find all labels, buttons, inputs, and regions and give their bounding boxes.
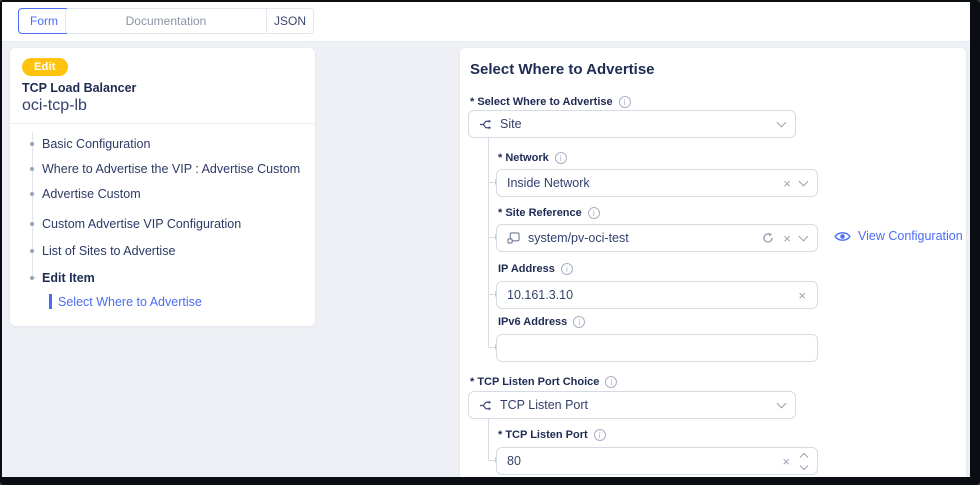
chevron-down-icon[interactable] (777, 399, 787, 409)
site-reference-select[interactable]: system/pv-oci-test × (496, 224, 818, 252)
info-icon[interactable]: i (619, 96, 631, 108)
connector-arrow (488, 460, 495, 461)
select-where-panel: Select Where to Advertise * Select Where… (460, 48, 966, 477)
clear-icon[interactable]: × (782, 177, 792, 190)
nav-item-edit-item[interactable]: Edit Item (10, 270, 315, 286)
tab-group: Documentation JSON (65, 8, 314, 34)
bullet-icon (30, 167, 34, 171)
tab-documentation[interactable]: Documentation (66, 9, 266, 33)
nav-item-advertise-custom[interactable]: Advertise Custom (10, 186, 315, 202)
oneof-branch-icon (479, 399, 492, 412)
clear-icon[interactable]: × (781, 455, 791, 468)
clear-icon[interactable]: × (797, 289, 807, 302)
nav-item-select-where-to-advertise[interactable]: Select Where to Advertise (10, 293, 315, 311)
chevron-down-icon[interactable] (799, 232, 809, 242)
connector-arrow (488, 294, 495, 295)
nav-item-where-to-advertise-vip[interactable]: Where to Advertise the VIP : Advertise C… (10, 161, 315, 177)
bullet-icon (30, 276, 34, 280)
chevron-down-icon[interactable] (799, 177, 809, 187)
select-where-dropdown[interactable]: Site (468, 110, 796, 138)
active-indicator-bar (49, 294, 52, 309)
oneof-branch-icon (479, 118, 492, 131)
chevron-down-icon[interactable] (777, 118, 787, 128)
panel-title: Select Where to Advertise (470, 61, 655, 78)
info-icon[interactable]: i (605, 376, 617, 388)
stepper-down-icon[interactable] (800, 461, 808, 469)
nav-item-custom-advertise-vip-configuration[interactable]: Custom Advertise VIP Configuration (10, 216, 315, 232)
connector-line (488, 138, 489, 347)
screenshot-frame: Form Documentation JSON Edit TCP Load Ba… (0, 0, 980, 485)
ip-address-input[interactable] (507, 288, 789, 302)
connector-line (488, 419, 489, 460)
app-screen: Form Documentation JSON Edit TCP Load Ba… (2, 2, 970, 477)
tcp-listen-port-field: × (496, 447, 818, 475)
bullet-icon (30, 142, 34, 146)
info-icon[interactable]: i (573, 316, 585, 328)
ipv6-address-field (496, 334, 818, 362)
form-nav-panel: Edit TCP Load Balancer oci-tcp-lb Basic … (10, 48, 315, 326)
network-label: * Network i (498, 152, 567, 164)
connector-arrow (488, 182, 495, 183)
connector-arrow (488, 237, 495, 238)
ip-address-label: IP Address i (498, 263, 573, 275)
info-icon[interactable]: i (588, 207, 600, 219)
tcp-listen-port-label: * TCP Listen Port i (498, 429, 606, 441)
nav-item-basic-configuration[interactable]: Basic Configuration (10, 136, 315, 152)
tcp-listen-port-choice-label: * TCP Listen Port Choice i (470, 376, 617, 388)
site-reference-label: * Site Reference i (498, 207, 600, 219)
select-where-label: * Select Where to Advertise i (470, 96, 631, 108)
reference-object-icon (507, 232, 520, 244)
info-icon[interactable]: i (561, 263, 573, 275)
connector-arrow (488, 347, 495, 348)
tab-form[interactable]: Form (18, 8, 70, 34)
divider (10, 123, 315, 124)
number-stepper[interactable] (799, 454, 807, 469)
stepper-up-icon[interactable] (800, 452, 808, 460)
info-icon[interactable]: i (555, 152, 567, 164)
view-switcher-bar: Form Documentation JSON (2, 2, 970, 42)
bullet-icon (30, 249, 34, 253)
nav-item-list-of-sites-to-advertise[interactable]: List of Sites to Advertise (10, 243, 315, 259)
tcp-listen-port-input[interactable] (507, 454, 773, 468)
eye-icon (834, 230, 851, 243)
chevron-right-icon (968, 231, 970, 241)
bullet-icon (30, 222, 34, 226)
clear-icon[interactable]: × (782, 232, 792, 245)
tcp-listen-port-choice-dropdown[interactable]: TCP Listen Port (468, 391, 796, 419)
info-icon[interactable]: i (594, 429, 606, 441)
bullet-icon (30, 192, 34, 196)
tab-json[interactable]: JSON (266, 9, 313, 33)
ipv6-address-label: IPv6 Address i (498, 316, 585, 328)
network-select[interactable]: Inside Network × (496, 169, 818, 197)
refresh-icon[interactable] (762, 232, 774, 244)
view-configuration-link[interactable]: View Configuration (834, 229, 970, 243)
object-name: oci-tcp-lb (22, 97, 87, 115)
object-type-label: TCP Load Balancer (22, 81, 136, 95)
ipv6-address-input[interactable] (507, 341, 807, 355)
ip-address-field: × (496, 281, 818, 309)
edit-badge: Edit (22, 58, 68, 76)
